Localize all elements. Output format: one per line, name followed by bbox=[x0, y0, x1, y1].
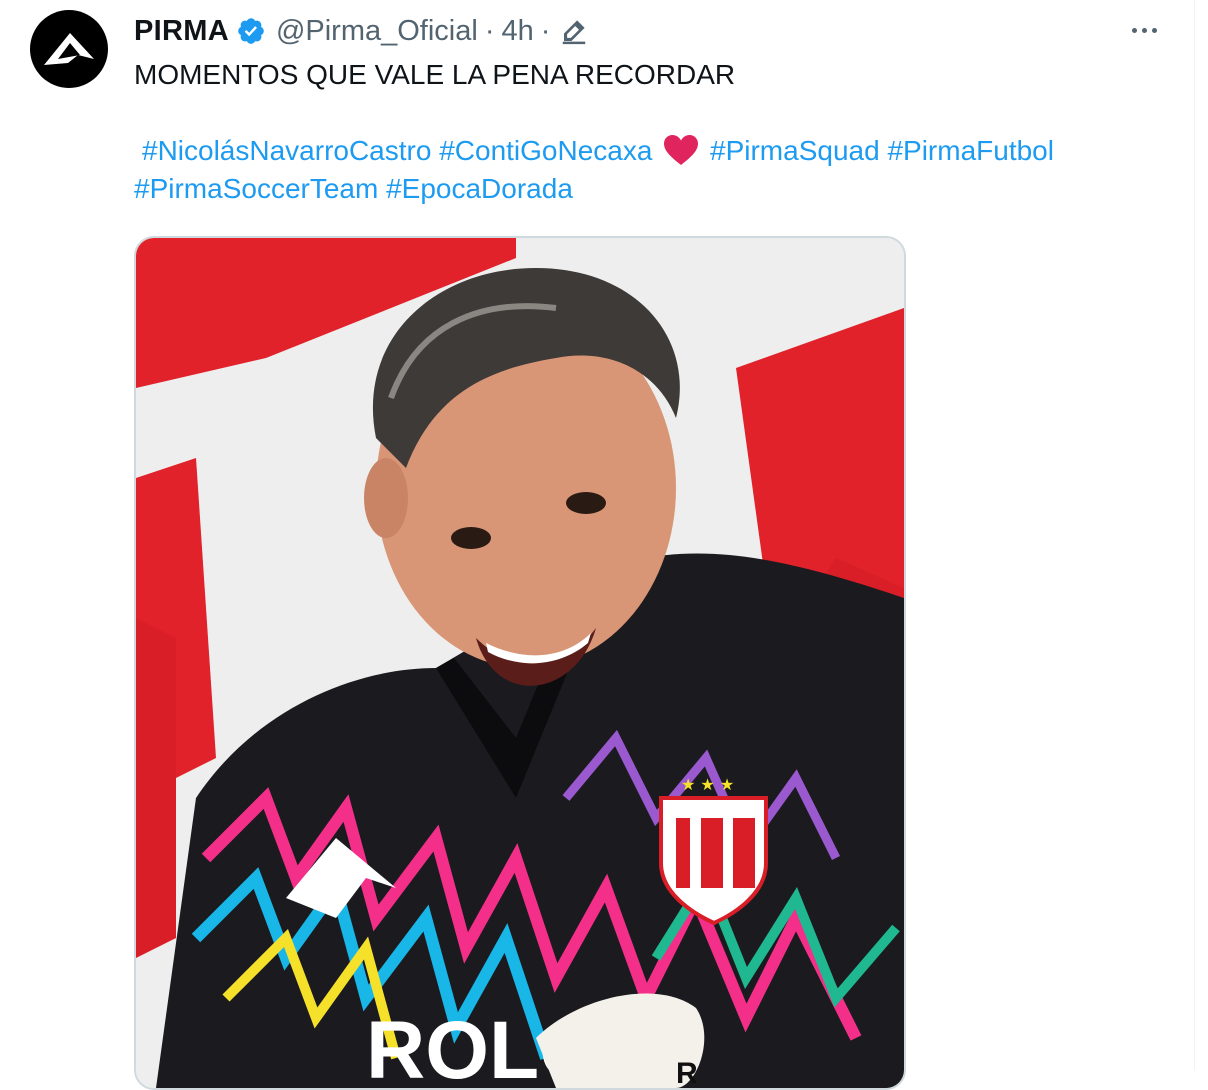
more-icon[interactable] bbox=[1126, 18, 1162, 42]
hashtag-link[interactable]: #EpocaDorada bbox=[386, 173, 573, 204]
glove-label: R bbox=[676, 1057, 698, 1088]
verified-badge-icon[interactable] bbox=[236, 16, 266, 46]
heart-emoji bbox=[663, 134, 699, 166]
avatar[interactable] bbox=[30, 10, 108, 88]
tweet-text-line: MOMENTOS QUE VALE LA PENA RECORDAR bbox=[134, 59, 736, 90]
hashtag-link[interactable]: #PirmaFutbol bbox=[887, 135, 1054, 166]
edit-icon[interactable] bbox=[559, 16, 589, 46]
author-handle[interactable]: @Pirma_Oficial bbox=[276, 15, 478, 48]
hashtag-link[interactable]: #PirmaSquad bbox=[710, 135, 880, 166]
hashtag-link[interactable]: #PirmaSoccerTeam bbox=[134, 173, 378, 204]
pirma-logo-icon bbox=[44, 33, 94, 65]
photo-content: ★ ★ ★ ROLO R bbox=[136, 238, 904, 1088]
svg-text:★ ★ ★: ★ ★ ★ bbox=[681, 775, 734, 794]
tweet-header: PIRMA @Pirma_Oficial · 4h · bbox=[134, 12, 589, 50]
author-name[interactable]: PIRMA bbox=[134, 15, 229, 48]
hashtag-link[interactable]: #NicolásNavarroCastro bbox=[142, 135, 431, 166]
timestamp[interactable]: 4h bbox=[502, 15, 534, 48]
separator: · bbox=[540, 14, 551, 47]
hashtag-link[interactable]: #ContiGoNecaxa bbox=[439, 135, 652, 166]
tweet-photo[interactable]: ★ ★ ★ ROLO R bbox=[134, 236, 906, 1090]
separator: · bbox=[484, 14, 495, 47]
tweet-text: MOMENTOS QUE VALE LA PENA RECORDAR #Nico… bbox=[134, 56, 1174, 208]
tweet: PIRMA @Pirma_Oficial · 4h · MOMENTOS QUE… bbox=[0, 0, 1195, 1090]
hashtags: #NicolásNavarroCastro #ContiGoNecaxa #Pi… bbox=[134, 132, 1174, 208]
